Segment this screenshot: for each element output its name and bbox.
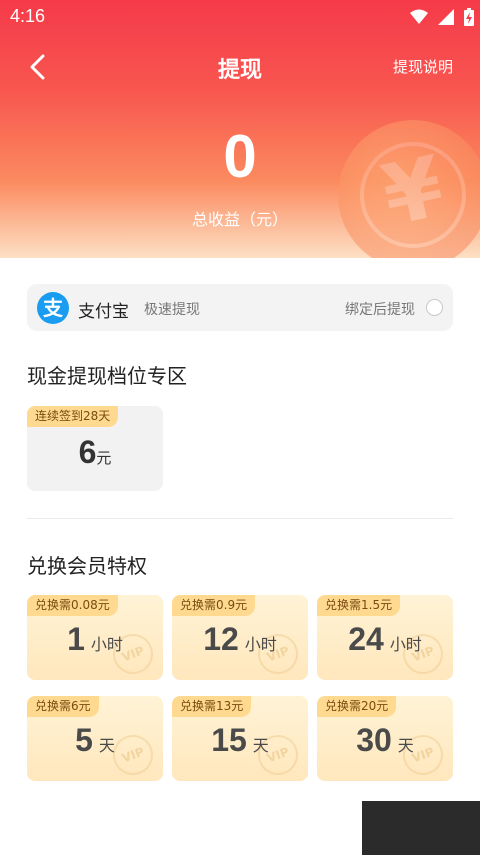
vip-option-value: 15: [211, 722, 247, 758]
vip-option-unit: 小时: [389, 635, 422, 654]
vip-option-tag: 兑换需13元: [172, 696, 252, 717]
withdraw-help-link[interactable]: 提现说明: [393, 56, 453, 77]
vip-option-card[interactable]: VIP 兑换需0.9元 12 小时: [172, 595, 308, 680]
vip-option-unit: 小时: [90, 635, 123, 654]
wifi-icon: [410, 9, 428, 29]
cash-tier-card[interactable]: 连续签到28天 6元: [27, 406, 163, 491]
signal-icon: [438, 9, 454, 29]
vip-option-tag: 兑换需20元: [317, 696, 397, 717]
alipay-bind-row[interactable]: 支 支付宝 极速提现 绑定后提现: [27, 284, 453, 331]
vip-option-tag: 兑换需0.9元: [172, 595, 256, 616]
vip-option-card[interactable]: VIP 兑换需6元 5天: [27, 696, 163, 781]
vip-option-value: 5: [75, 722, 93, 758]
main-content: 支 支付宝 极速提现 绑定后提现 现金提现档位专区 连续签到28天 6元 兑换会…: [0, 258, 480, 855]
bind-label: 绑定后提现: [345, 302, 415, 318]
vip-option-card[interactable]: VIP 兑换需13元 15 天: [172, 696, 308, 781]
section-divider: [27, 518, 453, 519]
vip-option-value: 30: [356, 722, 392, 758]
vip-option-card[interactable]: VIP 兑换需1.5元 24 小时: [317, 595, 453, 680]
vip-option-unit: 小时: [244, 635, 277, 654]
vip-option-card[interactable]: VIP 兑换需0.08元 1 小时: [27, 595, 163, 680]
tier-value: 6: [78, 434, 97, 470]
header-banner: ¥ 4:16 提现 提现说明 0 总收益（元）: [0, 0, 480, 258]
total-earnings-label: 总收益（元）: [191, 210, 288, 229]
vip-section-title: 兑换会员特权: [27, 554, 147, 578]
vip-option-unit: 天: [397, 736, 414, 755]
alipay-logo-icon: 支: [37, 292, 69, 324]
vip-option-tag: 兑换需0.08元: [27, 595, 118, 616]
status-time: 4:16: [10, 6, 46, 26]
alipay-radio[interactable]: [426, 299, 443, 316]
vip-option-value: 24: [348, 621, 384, 657]
total-earnings-amount: 0: [223, 123, 257, 190]
vip-option-unit: 天: [252, 736, 269, 755]
vip-option-value: 12: [203, 621, 239, 657]
tier-tag: 连续签到28天: [27, 406, 119, 427]
battery-charging-icon: [464, 8, 474, 30]
vip-option-tag: 兑换需6元: [27, 696, 99, 717]
status-bar: 4:16: [0, 0, 480, 34]
vip-option-value: 1: [67, 621, 85, 657]
vip-option-tag: 兑换需1.5元: [317, 595, 401, 616]
cash-section-title: 现金提现档位专区: [27, 364, 187, 388]
alipay-name: 支付宝: [78, 302, 129, 322]
vip-option-card[interactable]: VIP 兑换需20元 30 天: [317, 696, 453, 781]
alipay-subtitle: 极速提现: [144, 302, 200, 318]
vip-option-unit: 天: [98, 736, 115, 755]
tier-unit: 元: [96, 449, 112, 467]
overlay-corner: [362, 801, 480, 855]
